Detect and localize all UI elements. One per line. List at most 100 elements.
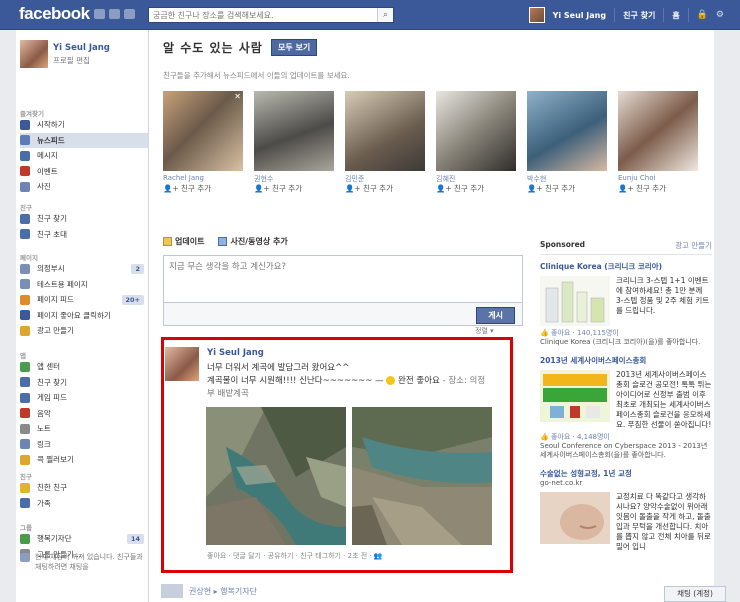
- ad-title[interactable]: 수술없는 성형교정, 1년 교정: [540, 468, 712, 479]
- sidebar-item[interactable]: 가족: [20, 496, 148, 512]
- person-photo[interactable]: [345, 91, 425, 171]
- pencil-icon: [163, 237, 172, 246]
- add-friend-label[interactable]: 친구 추가: [636, 184, 666, 193]
- person-name[interactable]: 권현수: [254, 174, 334, 183]
- sidebar-item[interactable]: 사진: [20, 179, 148, 195]
- add-friend-button[interactable]: 👤+ 친구 추가: [436, 183, 516, 194]
- person-photo[interactable]: [618, 91, 698, 171]
- ad-image[interactable]: [540, 370, 610, 422]
- sidebar-item[interactable]: 콕 찔러보기: [20, 452, 148, 468]
- search-icon[interactable]: ⌕: [377, 8, 393, 22]
- ad-cyberspace[interactable]: 2013년 세계사이버스페이스총회 2013년 세계사이버스페이스총회 슬로건 …: [540, 355, 712, 460]
- privacy-shortcuts-icon[interactable]: 🔒: [697, 10, 708, 20]
- sidebar-item[interactable]: 시작하기: [20, 117, 148, 133]
- sidebar-item-label: 사진: [37, 182, 51, 192]
- post-button[interactable]: 게시: [476, 307, 515, 324]
- search-input[interactable]: [149, 8, 375, 22]
- ad-title[interactable]: Clinique Korea (크리니크 코리아): [540, 261, 712, 272]
- person-name[interactable]: Eunju Choi: [618, 174, 698, 183]
- story-photo-1[interactable]: [206, 407, 346, 545]
- person-photo[interactable]: [254, 91, 334, 171]
- person-photo[interactable]: [527, 91, 607, 171]
- add-friend-button[interactable]: 👤+ 친구 추가: [163, 183, 243, 194]
- add-friend-button[interactable]: 👤+ 친구 추가: [345, 183, 425, 194]
- sidebar-item[interactable]: 광고 만들기: [20, 323, 148, 339]
- sidebar-item[interactable]: 이벤트: [20, 164, 148, 180]
- ad-like-count[interactable]: 좋아요 · 4,148명이: [551, 433, 610, 441]
- sidebar-item[interactable]: 친한 친구: [20, 480, 148, 496]
- like-icon[interactable]: 👍: [540, 433, 549, 441]
- audience-icon[interactable]: 👥: [374, 552, 383, 560]
- add-friend-button[interactable]: 👤+ 친구 추가: [527, 183, 607, 194]
- sidebar-item[interactable]: 의정부시 2: [20, 261, 148, 277]
- messages-icon[interactable]: [109, 9, 120, 19]
- story-actions-text[interactable]: 좋아요 · 댓글 달기 · 공유하기 · 친구 태그하기 · 2초 전 ·: [207, 552, 374, 560]
- story-actions[interactable]: 좋아요 · 댓글 달기 · 공유하기 · 친구 태그하기 · 2초 전 · 👥: [207, 551, 383, 561]
- sidebar-item[interactable]: 음악: [20, 406, 148, 422]
- ad-orthodontics[interactable]: 수술없는 성형교정, 1년 교정 go-net.co.kr 교정치료 다 똑같다…: [540, 468, 712, 552]
- add-friend-label[interactable]: 친구 추가: [545, 184, 575, 193]
- story-author-avatar[interactable]: [165, 347, 199, 381]
- story-author-name[interactable]: Yi Seul Jang: [207, 348, 264, 358]
- chat-bar[interactable]: 채팅 (계정): [664, 586, 726, 602]
- see-all-button[interactable]: 모두 보기: [271, 39, 318, 56]
- update-status-tab[interactable]: 업데이트: [163, 236, 204, 247]
- ad-title[interactable]: 2013년 세계사이버스페이스총회: [540, 355, 712, 366]
- close-icon[interactable]: ✕: [234, 92, 241, 101]
- add-friend-button[interactable]: 👤+ 친구 추가: [254, 183, 334, 194]
- ad-image[interactable]: [540, 492, 610, 544]
- person-name[interactable]: 김민준: [345, 174, 425, 183]
- sidebar-item[interactable]: 게임 피드: [20, 390, 148, 406]
- person-name[interactable]: 박수현: [527, 174, 607, 183]
- chat-bar-label[interactable]: 채팅 (계정): [677, 589, 713, 598]
- status-input[interactable]: 지금 무슨 생각을 하고 계신가요?: [163, 255, 523, 303]
- sidebar-item[interactable]: 페이지 좋아요 클릭하기: [20, 308, 148, 324]
- person-name[interactable]: Rachel Jang: [163, 174, 243, 183]
- add-friend-button[interactable]: 👤+ 친구 추가: [618, 183, 698, 194]
- next-story-avatar[interactable]: [161, 584, 183, 598]
- home-link[interactable]: 홈: [672, 10, 679, 21]
- ad-clinique[interactable]: Clinique Korea (크리니크 코리아) 크리니크 3-스텝 1+1 …: [540, 261, 712, 347]
- settings-gear-icon[interactable]: ⚙: [716, 10, 724, 20]
- person-name[interactable]: 김혜진: [436, 174, 516, 183]
- notifications-icon[interactable]: [124, 9, 135, 19]
- facebook-logo[interactable]: facebook: [19, 4, 90, 24]
- sidebar-item[interactable]: 친구 찾기: [20, 375, 148, 391]
- profile-picture[interactable]: [20, 40, 48, 68]
- sidebar-item[interactable]: 페이지 피드 20+: [20, 292, 148, 308]
- create-ad-link[interactable]: 광고 만들기: [675, 240, 712, 251]
- sidebar-item[interactable]: 뉴스피드: [20, 132, 148, 148]
- sidebar-item-label: 이벤트: [37, 166, 58, 176]
- sidebar-item[interactable]: 앱 센터: [20, 359, 148, 375]
- sidebar-item[interactable]: 노트: [20, 421, 148, 437]
- ad-like-count[interactable]: 좋아요 · 140,115명이: [551, 329, 619, 337]
- person-photo[interactable]: [436, 91, 516, 171]
- sidebar-item[interactable]: 친구 초대: [20, 227, 148, 243]
- add-friend-label[interactable]: 친구 추가: [181, 184, 211, 193]
- sidebar-item[interactable]: 링크: [20, 437, 148, 453]
- friends-icon: [20, 213, 30, 224]
- person-photo[interactable]: ✕: [163, 91, 243, 171]
- friend-requests-icon[interactable]: [94, 9, 105, 19]
- chat-off-text[interactable]: 현재 채팅이 꺼져 있습니다. 친구들과 채팅하려면 채팅을: [35, 552, 144, 572]
- sort-dropdown[interactable]: 정렬 ▾: [475, 326, 494, 336]
- profile-link[interactable]: Yi Seul Jang: [553, 11, 607, 20]
- sidebar-item[interactable]: 친구 찾기: [20, 211, 148, 227]
- find-friends-link[interactable]: 친구 찾기: [623, 10, 655, 21]
- add-friend-label[interactable]: 친구 추가: [363, 184, 393, 193]
- sidebar-item[interactable]: 메시지: [20, 148, 148, 164]
- ad-image[interactable]: [540, 276, 610, 326]
- add-photo-tab[interactable]: 사진/동영상 추가: [218, 236, 288, 247]
- add-friend-label[interactable]: 친구 추가: [272, 184, 302, 193]
- story-photo-2[interactable]: [352, 407, 492, 545]
- avatar[interactable]: [528, 7, 545, 23]
- profile-name[interactable]: Yi Seul Jang: [53, 43, 110, 53]
- ad-social: Clinique Korea (크리니크 코리아)(을)를 좋아합니다.: [540, 338, 701, 346]
- sidebar-item[interactable]: 테스트용 페이지: [20, 277, 148, 293]
- edit-profile-link[interactable]: 프로필 편집: [53, 55, 110, 66]
- like-icon[interactable]: 👍: [540, 329, 549, 337]
- add-friend-label[interactable]: 친구 추가: [454, 184, 484, 193]
- next-story-title[interactable]: 권상현 ▸ 행복기자단: [189, 586, 257, 597]
- sidebar-item[interactable]: 행복기자단 14: [20, 531, 148, 547]
- feeling-label[interactable]: 완전 좋아요: [398, 376, 440, 386]
